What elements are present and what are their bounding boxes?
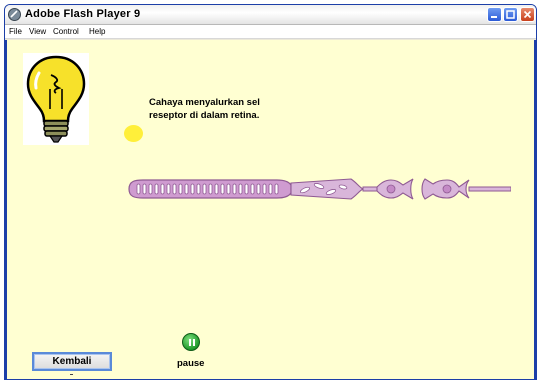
menu-view[interactable]: View [29,27,46,36]
maximize-icon [506,10,515,19]
flash-player-window: Adobe Flash Player 9 File View Control H… [4,4,537,380]
back-button[interactable]: Kembali [32,352,112,371]
maximize-button[interactable] [503,7,518,22]
nucleus [386,184,396,194]
light-particle [124,125,143,142]
minimize-icon [491,16,497,18]
menu-file[interactable]: File [9,27,22,36]
menu-help[interactable]: Help [89,27,105,36]
pause-icon [189,339,191,346]
close-icon [523,10,532,19]
retina-receptor-cells [128,178,511,200]
caption-line-2: reseptor di dalam retina. [149,110,260,121]
back-button-shadow [70,374,73,375]
window-title: Adobe Flash Player 9 [25,8,141,20]
ganglion-axon [468,186,511,192]
title-bar[interactable]: Adobe Flash Player 9 [5,5,536,25]
pause-label: pause [177,358,205,369]
close-button[interactable] [520,7,535,22]
pause-icon-bar [193,339,195,346]
flash-player-icon [8,8,21,21]
lightbulb-icon [26,55,86,143]
pause-button[interactable] [182,333,200,351]
menu-bar: File View Control Help [5,25,536,39]
caption-text: Cahaya menyalurkan sel reseptor di dalam… [149,96,309,122]
caption-line-1: Cahaya menyalurkan sel [149,97,260,108]
flash-stage: Cahaya menyalurkan sel reseptor di dalam… [5,40,536,379]
lightbulb-panel [23,53,89,145]
bipolar-nucleus [442,184,452,194]
rod-inner-segment [290,178,365,200]
menu-control[interactable]: Control [53,27,79,36]
minimize-button[interactable] [487,7,502,22]
